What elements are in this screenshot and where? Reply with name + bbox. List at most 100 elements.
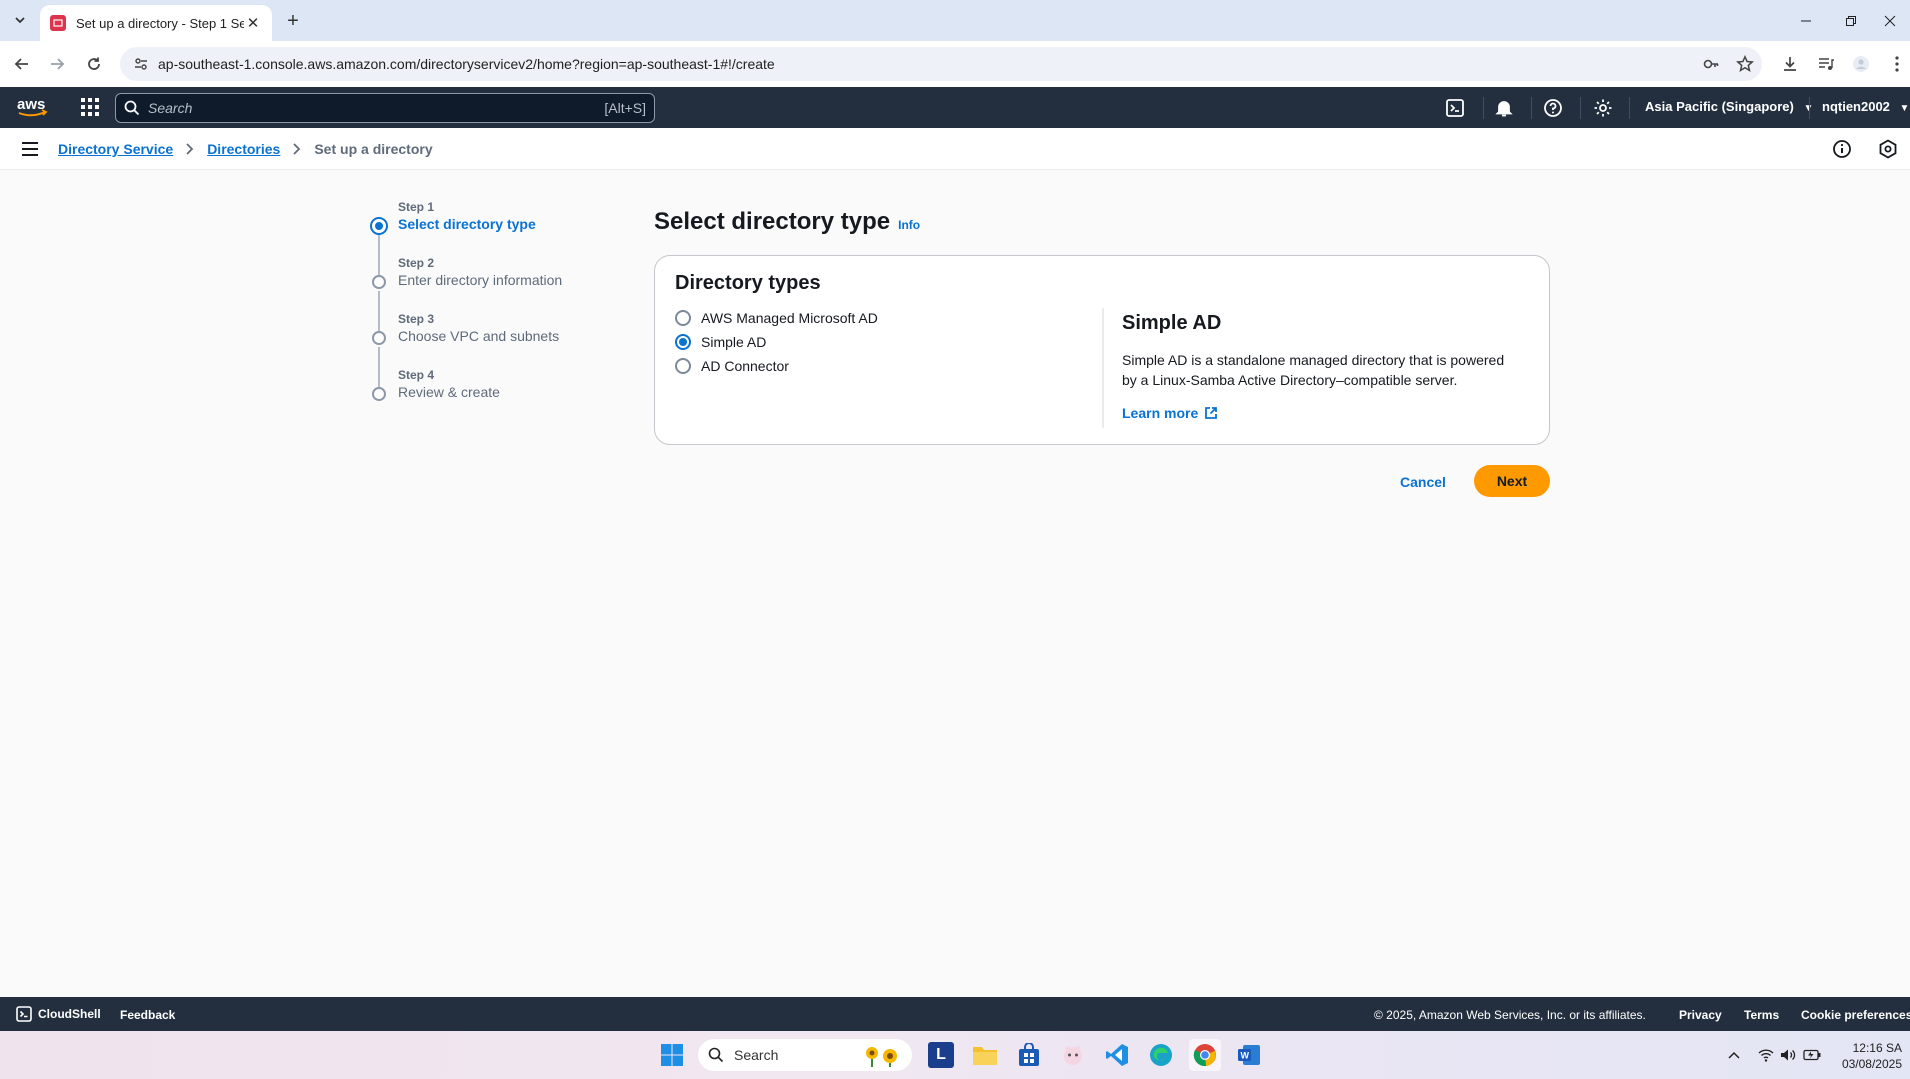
tab-title: Set up a directory - Step 1 Select <box>76 15 244 31</box>
learn-more-link[interactable]: Learn more <box>1122 405 1218 421</box>
breadcrumb-directories[interactable]: Directories <box>207 141 280 157</box>
taskbar-vscode[interactable] <box>1101 1039 1133 1071</box>
radio-checked-icon[interactable] <box>675 334 691 350</box>
taskbar-search[interactable]: Search <box>698 1039 912 1071</box>
aws-top-nav: aws Search [Alt+S] Asia Pacific (Singapo… <box>0 87 1910 128</box>
external-link-icon <box>1205 407 1218 419</box>
site-info-icon[interactable] <box>124 47 158 81</box>
forward-button[interactable] <box>43 50 71 78</box>
aws-footer: CloudShell Feedback © 2025, Amazon Web S… <box>0 997 1910 1031</box>
taskbar-search-label: Search <box>734 1047 779 1063</box>
download-button[interactable] <box>1776 50 1804 78</box>
next-button[interactable]: Next <box>1474 465 1550 497</box>
aws-logo[interactable]: aws <box>16 96 50 118</box>
step-number: Step 1 <box>398 200 435 214</box>
wizard-step-4: Step 4 Review & create <box>371 366 631 422</box>
cloudshell-footer-button[interactable]: CloudShell <box>16 1006 101 1022</box>
taskbar-file-explorer[interactable] <box>969 1039 1001 1071</box>
minimize-icon <box>1801 20 1811 21</box>
taskbar-chrome[interactable] <box>1189 1039 1221 1071</box>
edge-icon <box>1150 1044 1172 1066</box>
info-panel-button[interactable] <box>1832 139 1852 159</box>
aws-search-input[interactable]: Search [Alt+S] <box>115 93 655 123</box>
radio-label: AD Connector <box>701 358 789 374</box>
cloudshell-button[interactable] <box>1443 96 1467 120</box>
close-tab-icon[interactable]: ✕ <box>244 14 262 32</box>
help-button[interactable] <box>1541 96 1565 120</box>
copyright-text: © 2025, Amazon Web Services, Inc. or its… <box>1374 1008 1646 1022</box>
taskbar-word[interactable]: W <box>1233 1039 1265 1071</box>
tray-overflow-icon[interactable] <box>1724 1045 1744 1065</box>
side-nav-toggle[interactable] <box>20 139 42 159</box>
info-link[interactable]: Info <box>898 218 920 232</box>
clock-time: 12:16 SA <box>1852 1041 1902 1055</box>
avatar-icon <box>1853 56 1869 72</box>
cookie-preferences-link[interactable]: Cookie preferences <box>1801 1008 1910 1022</box>
step-indicator-icon <box>372 387 386 401</box>
clock-date: 03/08/2025 <box>1841 1057 1902 1071</box>
radio-simple-ad[interactable]: Simple AD <box>675 334 766 350</box>
arrow-right-icon <box>51 58 65 70</box>
panel-divider <box>1102 308 1104 428</box>
browser-tab[interactable]: Set up a directory - Step 1 Select ✕ <box>40 5 272 41</box>
feedback-link[interactable]: Feedback <box>120 1008 175 1022</box>
app-l-icon: L <box>928 1042 954 1068</box>
volume-icon[interactable] <box>1778 1045 1798 1065</box>
browser-tab-bar: Set up a directory - Step 1 Select ✕ + <box>0 0 1910 41</box>
chevron-right-icon <box>292 143 302 155</box>
battery-icon[interactable] <box>1802 1045 1822 1065</box>
back-button[interactable] <box>8 50 36 78</box>
wifi-icon[interactable] <box>1756 1045 1776 1065</box>
region-label: Asia Pacific (Singapore) <box>1645 99 1794 114</box>
radio-label: Simple AD <box>701 334 767 350</box>
minimize-button[interactable] <box>1782 0 1830 41</box>
taskbar-store[interactable] <box>1013 1039 1045 1071</box>
taskbar-app-pink[interactable] <box>1057 1039 1089 1071</box>
services-menu-icon[interactable] <box>80 97 100 117</box>
step-label: Enter directory information <box>398 272 563 288</box>
radio-ad-connector[interactable]: AD Connector <box>675 358 789 374</box>
tab-search-button[interactable] <box>6 7 34 33</box>
taskbar-app-l[interactable]: L <box>925 1039 957 1071</box>
privacy-link[interactable]: Privacy <box>1679 1008 1722 1022</box>
notifications-button[interactable] <box>1492 96 1516 120</box>
taskbar-edge[interactable] <box>1145 1039 1177 1071</box>
bookmark-star-icon[interactable] <box>1728 47 1762 81</box>
reload-button[interactable] <box>80 50 108 78</box>
start-button[interactable] <box>656 1039 688 1071</box>
settings-button[interactable] <box>1591 96 1615 120</box>
help-circle-icon <box>1544 99 1562 117</box>
password-key-icon[interactable] <box>1694 47 1728 81</box>
step-label: Review & create <box>398 384 500 400</box>
url-text[interactable]: ap-southeast-1.console.aws.amazon.com/di… <box>158 56 1694 72</box>
radio-unchecked-icon[interactable] <box>675 310 691 326</box>
chrome-icon <box>1193 1044 1216 1067</box>
step-number: Step 2 <box>398 256 435 270</box>
wizard-step-2: Step 2 Enter directory information <box>371 254 631 331</box>
tools-panel-button[interactable] <box>1878 139 1898 159</box>
new-tab-button[interactable]: + <box>280 8 306 34</box>
browser-menu-button[interactable] <box>1883 50 1910 78</box>
section-title: Directory types <box>675 272 821 294</box>
taskbar-clock[interactable]: 12:16 SA 03/08/2025 <box>1836 1040 1902 1072</box>
account-menu[interactable]: nqtien2002 ▼ <box>1822 99 1909 114</box>
radio-aws-managed-microsoft-ad[interactable]: AWS Managed Microsoft AD <box>675 310 878 326</box>
cancel-button[interactable]: Cancel <box>1390 466 1456 498</box>
radio-unchecked-icon[interactable] <box>675 358 691 374</box>
breadcrumb-directory-service[interactable]: Directory Service <box>58 141 173 157</box>
search-shortcut: [Alt+S] <box>604 100 646 116</box>
directory-types-panel: Directory types AWS Managed Microsoft AD… <box>654 255 1550 445</box>
windows-logo-icon <box>661 1044 683 1066</box>
more-vertical-icon <box>1895 56 1899 72</box>
step-label: Choose VPC and subnets <box>398 328 560 344</box>
terms-link[interactable]: Terms <box>1744 1008 1779 1022</box>
media-control-button[interactable] <box>1812 50 1840 78</box>
windows-taskbar: Search L W 12:16 SA 03/08/2025 <box>0 1031 1910 1079</box>
profile-avatar[interactable] <box>1847 50 1875 78</box>
address-bar[interactable]: ap-southeast-1.console.aws.amazon.com/di… <box>120 47 1762 81</box>
region-selector[interactable]: Asia Pacific (Singapore) ▼ <box>1645 99 1813 114</box>
close-window-button[interactable] <box>1866 0 1910 41</box>
sunflower-icon <box>866 1047 897 1067</box>
wizard-step-1[interactable]: Step 1 Select directory type <box>370 198 631 275</box>
chevron-down-icon <box>15 17 25 24</box>
